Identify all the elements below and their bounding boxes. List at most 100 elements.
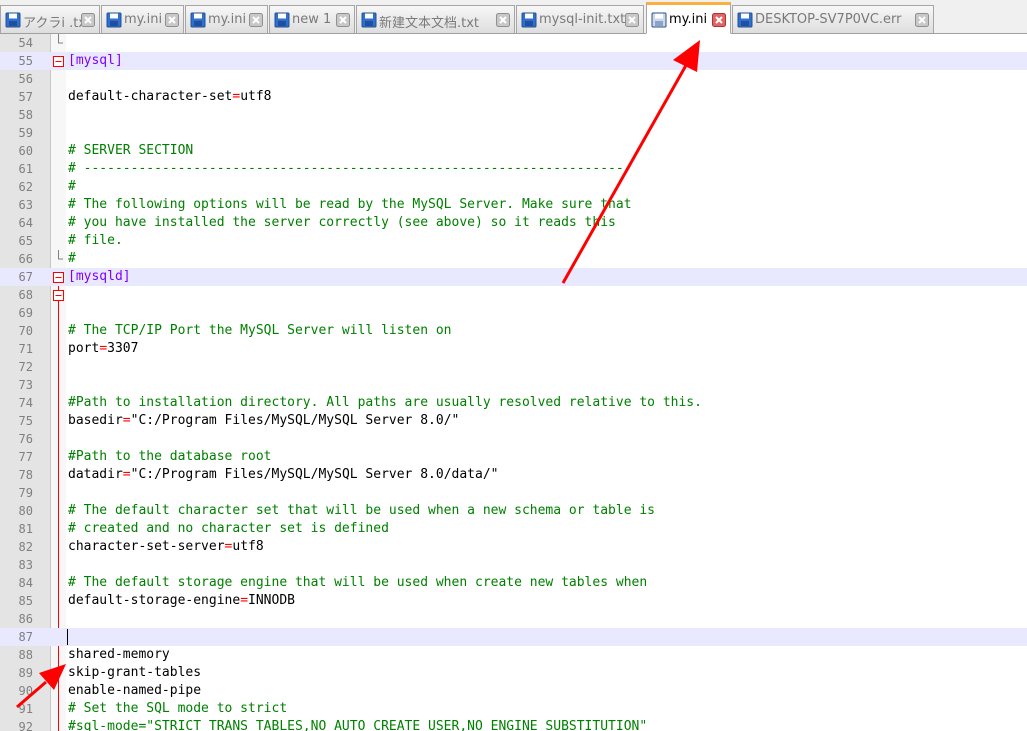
code-line[interactable]: 59 bbox=[0, 124, 1027, 142]
saved-file-icon bbox=[361, 12, 377, 28]
tab-3[interactable]: my.ini bbox=[185, 5, 268, 33]
close-icon[interactable] bbox=[712, 13, 726, 27]
code-line[interactable]: 66 # bbox=[0, 250, 1027, 268]
fold-toggle-icon[interactable] bbox=[53, 290, 64, 301]
code-line[interactable]: 88 shared-memory bbox=[0, 646, 1027, 664]
tab-2[interactable]: my.ini bbox=[101, 5, 184, 33]
config-value: "C:/Program Files/MySQL/MySQL Server 8.0… bbox=[130, 467, 499, 482]
fold-toggle-icon[interactable] bbox=[53, 56, 64, 67]
code-line[interactable]: 61 # ------------------------------------… bbox=[0, 160, 1027, 178]
code-line[interactable]: 63 # The following options will be read b… bbox=[0, 196, 1027, 214]
code-line[interactable]: 65 # file. bbox=[0, 232, 1027, 250]
code-line[interactable]: 74 #Path to installation directory. All p… bbox=[0, 394, 1027, 412]
tab-8[interactable]: DESKTOP-SV7P0VC.err bbox=[732, 5, 934, 33]
close-icon[interactable] bbox=[336, 13, 350, 27]
code-line[interactable]: 72 bbox=[0, 358, 1027, 376]
code-line[interactable]: 92 #sql-mode="STRICT_TRANS_TABLES,NO_AUTO… bbox=[0, 718, 1027, 731]
line-number: 82 bbox=[18, 540, 33, 554]
code-line[interactable]: 84 # The default storage engine that will… bbox=[0, 574, 1027, 592]
code-line[interactable]: 62 # bbox=[0, 178, 1027, 196]
code-line[interactable]: 76 bbox=[0, 430, 1027, 448]
saved-file-icon bbox=[521, 12, 537, 28]
code-line[interactable]: 56 bbox=[0, 70, 1027, 88]
config-operator: = bbox=[122, 413, 131, 428]
code-line[interactable]: 68 bbox=[0, 286, 1027, 304]
editor[interactable]: 54 55 [mysql] 56 57 default-character-set=utf… bbox=[0, 34, 1027, 731]
code-line[interactable]: 67 [mysqld] bbox=[0, 268, 1027, 286]
fold-end-marker bbox=[58, 34, 63, 44]
code-line[interactable]: 69 bbox=[0, 304, 1027, 322]
line-number: 78 bbox=[18, 468, 33, 482]
code-text: port=3307 bbox=[68, 340, 138, 358]
line-number: 70 bbox=[18, 324, 33, 338]
code-line[interactable]: 79 bbox=[0, 484, 1027, 502]
code-line[interactable]: 78 datadir="C:/Program Files/MySQL/MySQL … bbox=[0, 466, 1027, 484]
close-icon[interactable] bbox=[625, 13, 639, 27]
config-key: enable-named-pipe bbox=[68, 683, 202, 698]
line-number: 57 bbox=[18, 90, 33, 104]
line-number: 59 bbox=[18, 126, 33, 140]
close-icon[interactable] bbox=[249, 13, 263, 27]
tab-label: my.ini bbox=[669, 12, 708, 27]
line-number: 85 bbox=[18, 594, 33, 608]
comment-text: # bbox=[68, 251, 76, 266]
code-line[interactable]: 54 bbox=[0, 34, 1027, 52]
close-icon[interactable] bbox=[496, 13, 510, 27]
config-value: utf8 bbox=[232, 539, 264, 554]
code-text: enable-named-pipe bbox=[68, 682, 201, 700]
code-line[interactable]: 80 # The default character set that will … bbox=[0, 502, 1027, 520]
code-line[interactable]: 57 default-character-set=utf8 bbox=[0, 88, 1027, 106]
config-key: shared-memory bbox=[68, 647, 170, 662]
line-number: 54 bbox=[18, 36, 33, 50]
line-number: 67 bbox=[18, 270, 33, 284]
saved-file-icon bbox=[106, 12, 122, 28]
line-number: 65 bbox=[18, 234, 33, 248]
code-line[interactable]: 83 bbox=[0, 556, 1027, 574]
tab-7[interactable]: my.ini bbox=[646, 2, 731, 34]
code-line[interactable]: 60 # SERVER SECTION bbox=[0, 142, 1027, 160]
code-text: # bbox=[68, 250, 76, 268]
code-line[interactable]: 90 enable-named-pipe bbox=[0, 682, 1027, 700]
line-number: 89 bbox=[18, 666, 33, 680]
close-icon[interactable] bbox=[81, 13, 95, 27]
code-line[interactable]: 55 [mysql] bbox=[0, 52, 1027, 70]
close-icon[interactable] bbox=[915, 13, 929, 27]
code-line[interactable]: 86 bbox=[0, 610, 1027, 628]
comment-text: # file. bbox=[68, 233, 123, 248]
code-line[interactable]: 64 # you have installed the server correc… bbox=[0, 214, 1027, 232]
code-line[interactable]: 70 # The TCP/IP Port the MySQL Server wil… bbox=[0, 322, 1027, 340]
line-number: 60 bbox=[18, 144, 33, 158]
code-line[interactable]: 87 bbox=[0, 628, 1027, 646]
code-text: # you have installed the server correctl… bbox=[68, 214, 616, 232]
code-line[interactable]: 82 character-set-server=utf8 bbox=[0, 538, 1027, 556]
code-line[interactable]: 71 port=3307 bbox=[0, 340, 1027, 358]
tab-6[interactable]: mysql-init.txt bbox=[516, 5, 644, 33]
unsaved-file-icon bbox=[651, 12, 667, 28]
code-line[interactable]: 58 bbox=[0, 106, 1027, 124]
fold-toggle-icon[interactable] bbox=[53, 272, 64, 283]
config-operator: = bbox=[240, 593, 249, 608]
line-number: 62 bbox=[18, 180, 33, 194]
code-line[interactable]: 73 bbox=[0, 376, 1027, 394]
close-icon[interactable] bbox=[165, 13, 179, 27]
code-line[interactable]: 89 skip-grant-tables bbox=[0, 664, 1027, 682]
config-key: skip-grant-tables bbox=[68, 665, 202, 680]
saved-file-icon bbox=[5, 12, 21, 28]
code-line[interactable]: 77 #Path to the database root bbox=[0, 448, 1027, 466]
code-line[interactable]: 75 basedir="C:/Program Files/MySQL/MySQL … bbox=[0, 412, 1027, 430]
code-line[interactable]: 85 default-storage-engine=INNODB bbox=[0, 592, 1027, 610]
tab-label: my.ini bbox=[124, 12, 163, 27]
code-lines[interactable]: 54 55 [mysql] 56 57 default-character-set=utf… bbox=[0, 34, 1027, 731]
fold-end-marker bbox=[58, 250, 63, 260]
config-key: default-storage-engine bbox=[68, 593, 241, 608]
tab-4[interactable]: new 1 bbox=[269, 5, 355, 33]
comment-text: # The TCP/IP Port the MySQL Server will … bbox=[68, 323, 452, 338]
code-line[interactable]: 81 # created and no character set is defi… bbox=[0, 520, 1027, 538]
code-line[interactable]: 91 # Set the SQL mode to strict bbox=[0, 700, 1027, 718]
tab-1[interactable]: アクラi .txt bbox=[0, 5, 100, 33]
config-value: "C:/Program Files/MySQL/MySQL Server 8.0… bbox=[130, 413, 460, 428]
tab-5[interactable]: 新建文本文档.txt bbox=[356, 5, 515, 33]
line-number: 73 bbox=[18, 378, 33, 392]
code-text: [mysqld] bbox=[68, 268, 131, 286]
code-text: # The TCP/IP Port the MySQL Server will … bbox=[68, 322, 452, 340]
